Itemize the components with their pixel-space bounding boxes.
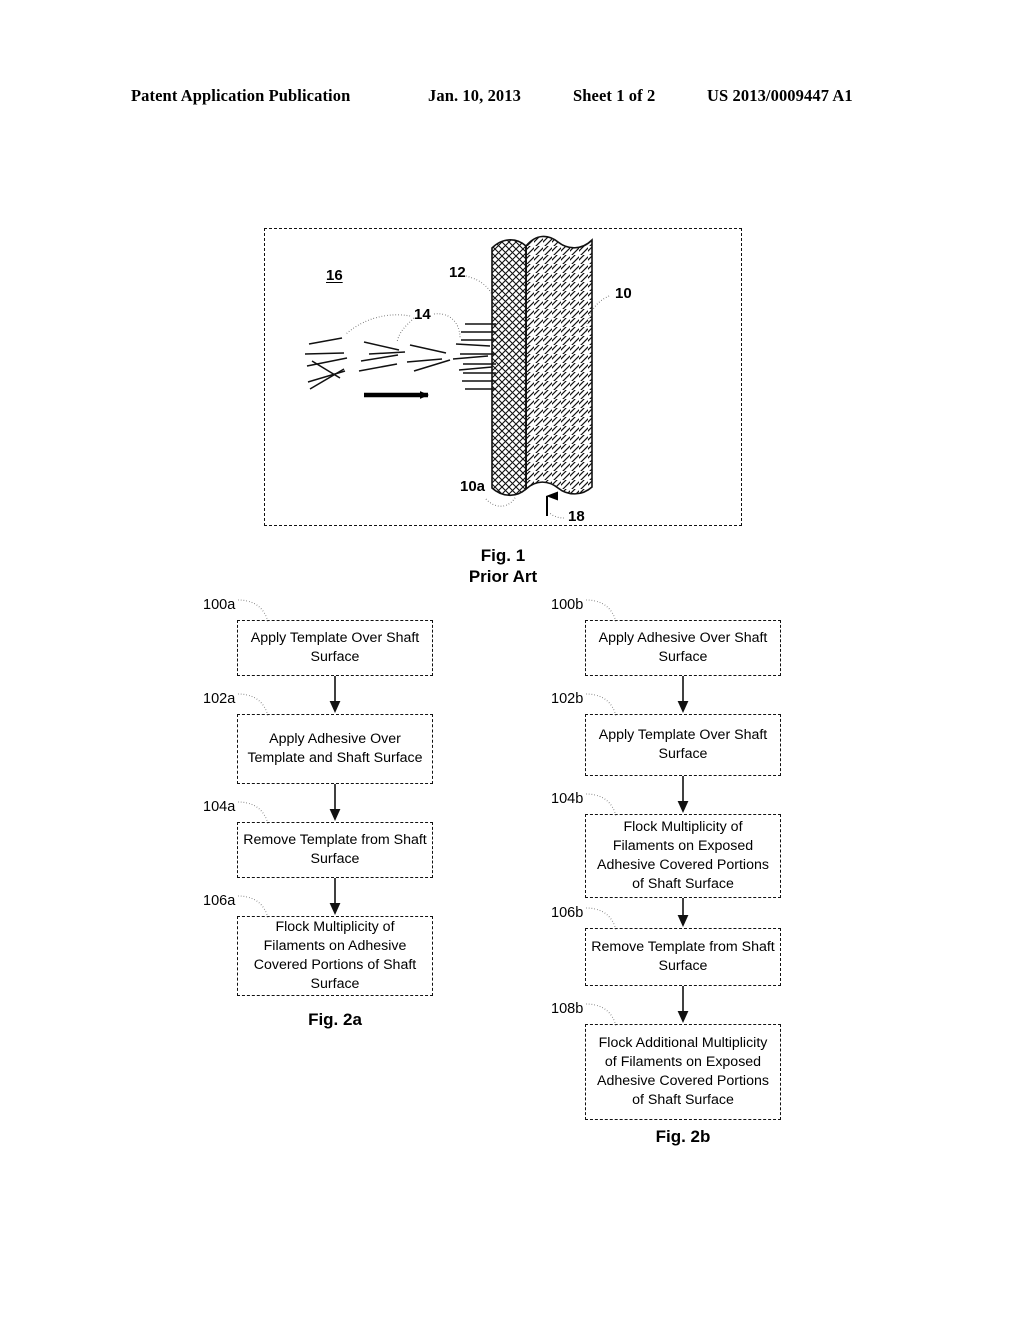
leader-14-b xyxy=(396,317,415,343)
flow-a-connector-2 xyxy=(328,784,342,822)
flow-b-step-104b: Flock Multiplicity of Filaments on Expos… xyxy=(585,814,781,898)
flow-a-step-104a: Remove Template from Shaft Surface xyxy=(237,822,433,878)
step-id-104a: 104a xyxy=(203,799,236,815)
flow-b-connector-3 xyxy=(676,898,690,928)
shaft-body-hatch xyxy=(525,235,593,495)
figure-1-caption: Fig. 1 Prior Art xyxy=(264,546,742,587)
figure-2a-caption: Fig. 2a xyxy=(308,1010,362,1029)
flow-b-step-104b-text: Flock Multiplicity of Filaments on Expos… xyxy=(597,818,769,893)
flow-b-step-100b: Apply Adhesive Over Shaft Surface xyxy=(585,620,781,676)
step-id-104b: 104b xyxy=(551,791,584,807)
flow-b-step-100b-text: Apply Adhesive Over Shaft Surface xyxy=(598,629,768,665)
step-id-108b: 108b xyxy=(551,1001,584,1017)
header-patent-number: US 2013/0009447 A1 xyxy=(707,86,853,105)
flow-b-connector-2 xyxy=(676,776,690,814)
flow-a-step-106a: Flock Multiplicity of Filaments on Adhes… xyxy=(237,916,433,996)
flow-b-step-106b-text: Remove Template from Shaft Surface xyxy=(591,938,775,974)
refnum-16: 16 xyxy=(326,267,343,284)
flow-b-step-108b: Flock Additional Multiplicity of Filamen… xyxy=(585,1024,781,1120)
figure-1-caption-line2: Prior Art xyxy=(468,566,538,586)
leader-10a xyxy=(485,495,517,507)
flow-b-connector-4 xyxy=(676,986,690,1024)
flow-a-step-104a-text: Remove Template from Shaft Surface xyxy=(243,831,427,867)
flow-a-connector-3 xyxy=(328,878,342,916)
step-id-106b: 106b xyxy=(551,905,584,921)
leader-18 xyxy=(548,511,565,519)
step-id-100b: 100b xyxy=(551,597,584,613)
step-id-100a: 100a xyxy=(203,597,236,613)
step-id-106a: 106a xyxy=(203,893,236,909)
refnum-12: 12 xyxy=(449,264,466,281)
step-id-102a: 102a xyxy=(203,691,236,707)
flow-a-step-102a-text: Apply Adhesive Over Template and Shaft S… xyxy=(247,730,423,766)
flow-a-step-106a-text: Flock Multiplicity of Filaments on Adhes… xyxy=(253,918,417,993)
refnum-10: 10 xyxy=(615,285,632,302)
flow-a-step-102a: Apply Adhesive Over Template and Shaft S… xyxy=(237,714,433,784)
refnum-10a: 10a xyxy=(460,478,486,495)
leader-14-a xyxy=(345,314,411,335)
figure-1-caption-line1: Fig. 1 xyxy=(480,546,526,565)
flow-a-connector-1 xyxy=(328,676,342,714)
header-publication-date: Jan. 10, 2013 xyxy=(428,86,521,105)
flow-a-step-100a-text: Apply Template Over Shaft Surface xyxy=(250,629,420,665)
flow-b-step-102b-text: Apply Template Over Shaft Surface xyxy=(598,726,768,762)
figure-2b-caption: Fig. 2b xyxy=(655,1127,711,1146)
refnum-18: 18 xyxy=(568,508,585,525)
figure-1: 16 12 14 10 10a 18 xyxy=(264,228,742,526)
flow-b-step-108b-text: Flock Additional Multiplicity of Filamen… xyxy=(597,1034,769,1109)
flow-b-step-106b: Remove Template from Shaft Surface xyxy=(585,928,781,986)
flow-b-connector-1 xyxy=(676,676,690,714)
refnum-14: 14 xyxy=(414,306,431,323)
leader-14-c xyxy=(433,313,461,339)
flow-a-step-100a: Apply Template Over Shaft Surface xyxy=(237,620,433,676)
adhesive-layer-hatch xyxy=(491,239,527,497)
page-header: Patent Application Publication Jan. 10, … xyxy=(0,86,1024,112)
flow-b-step-102b: Apply Template Over Shaft Surface xyxy=(585,714,781,776)
step-id-102b: 102b xyxy=(551,691,584,707)
header-publication-title: Patent Application Publication xyxy=(131,86,351,105)
header-sheet-number: Sheet 1 of 2 xyxy=(573,86,656,105)
